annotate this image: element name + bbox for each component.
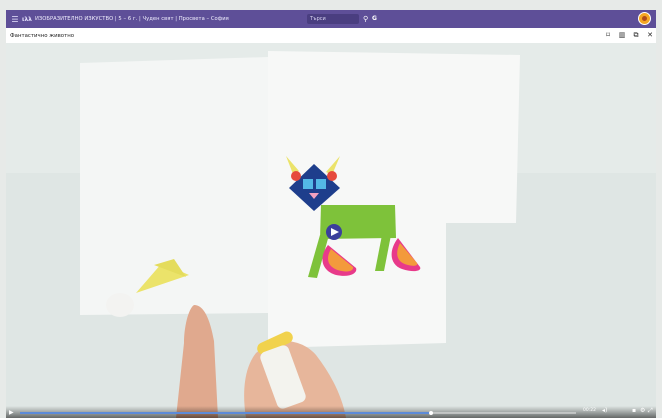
app-frame: ☰ ιλλ ИЗОБРАЗИТЕЛНО ИЗКУСТВО | 5 – 6 г. …: [0, 0, 662, 418]
progress-bar[interactable]: [20, 410, 576, 415]
lesson-title-bar: Фантастично животно ⌑ ▥ ⧉ ✕: [6, 28, 656, 43]
creature-eye-left: [303, 179, 313, 189]
fullscreen-icon[interactable]: ⤢: [648, 407, 653, 415]
creature-eye-right: [316, 179, 326, 189]
volume-icon[interactable]: ◂): [602, 407, 607, 414]
time-display: 00:22: [583, 408, 596, 413]
video-frame: [6, 43, 656, 418]
captions-icon[interactable]: ▪: [632, 407, 636, 414]
play-pause-icon[interactable]: ▶: [9, 409, 14, 416]
close-icon[interactable]: ✕: [646, 28, 654, 43]
avatar[interactable]: [638, 12, 651, 25]
search-box: [307, 14, 359, 24]
gear-icon[interactable]: ⚙: [640, 407, 645, 414]
video-player[interactable]: ▶ 00:22 ◂) ▪ ⚙ ⤢: [6, 43, 656, 418]
progress-handle[interactable]: [429, 410, 434, 415]
search-icon[interactable]: ⚲: [363, 14, 368, 24]
bookmark-icon[interactable]: ⌑: [604, 28, 612, 43]
book-icon[interactable]: ▥: [618, 28, 626, 43]
google-icon[interactable]: G: [372, 14, 377, 24]
hamburger-menu-icon[interactable]: ☰: [8, 10, 22, 28]
top-navigation-bar: ☰ ιλλ ИЗОБРАЗИТЕЛНО ИЗКУСТВО | 5 – 6 г. …: [6, 10, 656, 28]
player-controls: ▶ 00:22 ◂) ▪ ⚙ ⤢: [6, 406, 656, 418]
app-logo[interactable]: ιλλ: [22, 16, 32, 23]
creature-ear-left: [291, 171, 301, 181]
search-input[interactable]: [307, 16, 356, 22]
title-actions: ⌑ ▥ ⧉ ✕: [604, 28, 654, 43]
creature-ear-right: [327, 171, 337, 181]
progress-fill: [20, 412, 432, 414]
breadcrumb[interactable]: ИЗОБРАЗИТЕЛНО ИЗКУСТВО | 5 – 6 г. | Чуде…: [35, 16, 229, 22]
page-title: Фантастично животно: [10, 32, 75, 39]
glue-stick-cap: [106, 293, 134, 317]
external-link-icon[interactable]: ⧉: [632, 28, 640, 43]
